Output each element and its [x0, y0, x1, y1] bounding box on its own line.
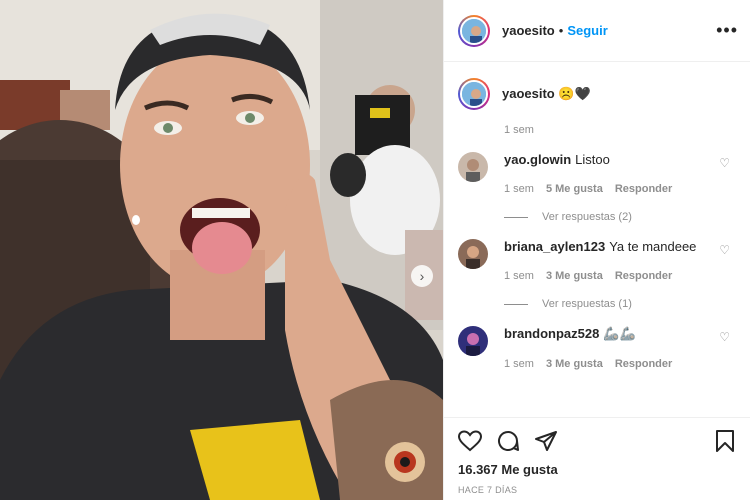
caption-text: yaoesito ☹️🖤 [502, 86, 591, 102]
post-timestamp: HACE 7 DÍAS [458, 485, 518, 495]
heart-icon[interactable] [458, 430, 482, 452]
post-author-username[interactable]: yaoesito [502, 23, 555, 38]
comment-text: Listoo [575, 152, 610, 167]
comment-item: yao.glowin Listoo 1 sem 5 Me gusta Respon… [458, 152, 736, 195]
share-icon[interactable] [534, 430, 558, 452]
replies-divider [504, 216, 528, 218]
comment-body: brandonpaz528 🦾🦾 1 sem 3 Me gusta Respond… [504, 326, 672, 370]
post-actions: 16.367 Me gusta HACE 7 DÍAS [444, 417, 750, 495]
comment-username[interactable]: briana_aylen123 [504, 239, 605, 254]
bookmark-icon[interactable] [715, 429, 735, 453]
comment-time: 1 sem [504, 358, 534, 370]
comment-time: 1 sem [504, 270, 534, 282]
follow-button[interactable]: Seguir [567, 23, 607, 38]
more-options-icon[interactable]: ••• [716, 20, 738, 41]
comment-text: Ya te mandeee [609, 239, 697, 254]
profile-picture [460, 80, 488, 108]
reply-button[interactable]: Responder [615, 270, 672, 282]
comment-item: briana_aylen123 Ya te mandeee 1 sem 3 Me … [458, 239, 736, 282]
comment-body: yao.glowin Listoo 1 sem 5 Me gusta Respon… [504, 152, 672, 195]
comment-text: 🦾🦾 [603, 326, 636, 341]
small-heart-icon[interactable]: ♡ [719, 243, 730, 257]
comment-likes[interactable]: 3 Me gusta [546, 358, 603, 370]
caption-username[interactable]: yaoesito [502, 86, 555, 101]
comment-username[interactable]: brandonpaz528 [504, 326, 599, 341]
comments-list[interactable]: yaoesito ☹️🖤 1 sem yao.glowin Listoo 1 se… [444, 62, 750, 417]
comment-likes[interactable]: 3 Me gusta [546, 270, 603, 282]
view-replies-button[interactable]: Ver respuestas (1) [504, 298, 736, 310]
chevron-right-icon[interactable]: › [411, 265, 433, 287]
separator-dot: • [558, 23, 564, 38]
comment-username[interactable]: yao.glowin [504, 152, 571, 167]
small-heart-icon[interactable]: ♡ [719, 156, 730, 170]
small-heart-icon[interactable]: ♡ [719, 330, 730, 344]
avatar[interactable] [458, 152, 488, 182]
action-icons [458, 428, 737, 454]
caption-body: ☹️🖤 [558, 86, 591, 101]
comment-icon[interactable] [496, 429, 520, 453]
selfie-image [0, 0, 443, 500]
avatar[interactable] [458, 326, 488, 356]
reply-button[interactable]: Responder [615, 358, 672, 370]
comment-meta: 1 sem 3 Me gusta Responder [504, 270, 696, 282]
comment-item: brandonpaz528 🦾🦾 1 sem 3 Me gusta Respond… [458, 326, 736, 370]
view-replies-button[interactable]: Ver respuestas (2) [504, 211, 736, 223]
view-replies-label[interactable]: Ver respuestas (2) [542, 211, 632, 223]
avatar[interactable] [458, 239, 488, 269]
reply-button[interactable]: Responder [615, 183, 672, 195]
post-caption: yaoesito ☹️🖤 [458, 78, 736, 110]
comment-meta: 1 sem 5 Me gusta Responder [504, 183, 672, 195]
likes-count[interactable]: 16.367 Me gusta [458, 462, 737, 477]
avatar[interactable] [458, 14, 490, 47]
avatar[interactable] [458, 78, 490, 110]
comment-meta: 1 sem 3 Me gusta Responder [504, 358, 672, 370]
post-sidebar: yaoesito • Seguir ••• yaoesito ☹️🖤 1 sem [443, 0, 750, 500]
instagram-post: › yaoesito • Seguir ••• yaoesito ☹️🖤 1 s… [0, 0, 750, 500]
comment-time: 1 sem [504, 183, 534, 195]
post-photo[interactable]: › [0, 0, 443, 500]
replies-divider [504, 303, 528, 305]
view-replies-label[interactable]: Ver respuestas (1) [542, 298, 632, 310]
comment-body: briana_aylen123 Ya te mandeee 1 sem 3 Me … [504, 239, 696, 282]
post-header: yaoesito • Seguir ••• [444, 0, 750, 62]
caption-time: 1 sem [504, 124, 534, 136]
comment-likes[interactable]: 5 Me gusta [546, 183, 603, 195]
profile-picture [460, 16, 488, 45]
